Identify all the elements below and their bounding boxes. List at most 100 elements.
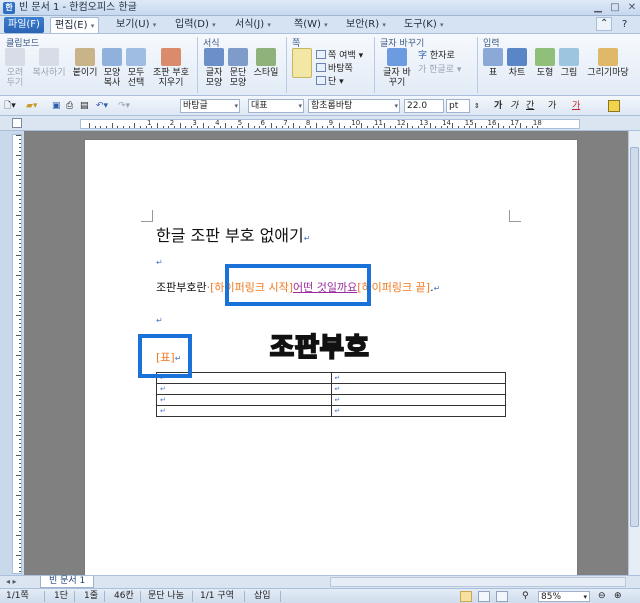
ruler-number: 16 <box>487 119 497 127</box>
ruler-tick <box>19 307 21 308</box>
status-page[interactable]: 1/1쪽 <box>6 590 29 603</box>
table-cell[interactable]: ↵ <box>330 394 506 406</box>
font-size-value: 22.0 <box>407 101 428 111</box>
format-copy-button[interactable]: 모양 복사 <box>101 48 123 88</box>
insert-shape-button[interactable]: 도형 <box>534 48 556 78</box>
menu-input[interactable]: 입력(D) ▾ <box>171 17 220 33</box>
to-hanja-button[interactable]: 字 한자로 <box>418 50 455 62</box>
open-folder-icon[interactable]: ▰▾ <box>26 99 37 113</box>
more-format-button[interactable]: 가 <box>548 99 556 113</box>
to-hangul-button[interactable]: 가 한글로 ▾ <box>418 64 461 76</box>
table-cell[interactable]: ↵ <box>330 372 506 384</box>
table-cell[interactable]: ↵ <box>156 405 332 417</box>
page-margin-button[interactable]: 쪽 여백 ▾ <box>316 50 363 62</box>
preview-icon[interactable]: ▤ <box>80 99 89 113</box>
status-insert-mode[interactable]: 삽입 <box>254 590 271 603</box>
print-icon[interactable]: ⎙ <box>66 99 73 113</box>
italic-button[interactable]: 가 <box>510 99 518 113</box>
style-combo[interactable]: 바탕글 ▾ <box>180 99 240 113</box>
close-icon[interactable]: ✕ <box>624 1 640 14</box>
find-replace-button[interactable]: 글자 바꾸기 <box>380 48 414 88</box>
style-button[interactable]: 스타일 <box>251 48 281 78</box>
document-table[interactable]: ↵ ↵ ↵ ↵ ↵ ↵ ↵ ↵ <box>156 372 506 417</box>
ruler-tick <box>111 123 113 128</box>
zoom-magnifier-icon[interactable]: ⚲ <box>522 590 529 603</box>
font-combo[interactable]: 함초롬바탕 ▾ <box>308 99 400 113</box>
eraser-icon <box>161 48 181 66</box>
font-size-combo[interactable]: 22.0 <box>404 99 444 113</box>
table-cell[interactable]: ↵ <box>156 394 332 406</box>
status-line: 1줄 <box>84 591 99 601</box>
remove-control-codes-button[interactable]: 조판 부호 지우기 <box>150 48 192 88</box>
document-heading[interactable]: 한글 조판 부호 없애기↵ <box>156 222 310 246</box>
ruler-tick <box>19 291 21 292</box>
ruler-tick <box>19 323 21 324</box>
ruler-tick <box>225 123 227 128</box>
undo-icon[interactable]: ↶▾ <box>96 99 108 113</box>
font-unit-combo[interactable]: pt <box>446 99 470 113</box>
ruler-tick <box>19 351 21 352</box>
menu-file[interactable]: 파일(F) <box>4 17 44 33</box>
ruler-tick <box>94 126 96 128</box>
maximize-icon[interactable]: □ <box>607 1 623 14</box>
ruler-tick <box>19 211 21 212</box>
ruler-corner-button[interactable] <box>12 118 22 128</box>
master-page-button[interactable]: 바탕쪽 <box>316 63 353 75</box>
view-normal-icon[interactable] <box>478 591 490 602</box>
ribbon-collapse-button[interactable]: ⌃ <box>596 17 613 31</box>
style-value: 바탕글 <box>183 101 208 111</box>
bold-button[interactable]: 가 <box>494 99 502 113</box>
menu-page[interactable]: 쪽(W) ▾ <box>290 17 332 33</box>
ruler-tick <box>264 126 266 128</box>
zoom-in-icon[interactable]: ⊕ <box>614 590 622 603</box>
copy-button[interactable]: 복사하기 <box>30 48 68 78</box>
zoom-out-icon[interactable]: ⊖ <box>598 590 606 603</box>
ruler-tick <box>16 415 21 416</box>
ruler-tick <box>19 199 21 200</box>
page-layout-button[interactable] <box>291 48 313 80</box>
menu-edit[interactable]: 편집(E) ▾ <box>50 17 100 33</box>
insert-chart-button[interactable]: 차트 <box>506 48 528 78</box>
insert-picture-button[interactable]: 그림 <box>558 48 580 78</box>
vertical-ruler[interactable] <box>12 134 22 574</box>
insert-table-button[interactable]: 표 <box>482 48 504 78</box>
ruler-tick <box>19 403 21 404</box>
drawing-gallery-button[interactable]: 그리기마당 <box>583 48 633 78</box>
vertical-scrollbar[interactable] <box>628 131 640 575</box>
save-icon[interactable]: ▣ <box>52 99 61 113</box>
tab-nav-arrows[interactable]: ◂ ▸ <box>6 577 17 586</box>
minimize-icon[interactable]: ▁ <box>590 1 606 14</box>
char-shape-button[interactable]: 글자 모양 <box>203 48 225 88</box>
new-document-icon[interactable]: 🗋▾ <box>4 99 16 113</box>
cut-button[interactable]: 오려 두기 <box>4 48 26 88</box>
zoom-combo[interactable]: 85% ▾ <box>538 591 590 602</box>
menu-view[interactable]: 보기(U) ▾ <box>112 17 160 33</box>
size-spinner[interactable]: ⇕ <box>474 99 480 113</box>
highlight-color-icon[interactable] <box>608 100 620 112</box>
ruler-number: 1 <box>147 119 152 127</box>
tab-document-1[interactable]: 빈 문서 1 <box>40 576 95 588</box>
columns-button[interactable]: 단 ▾ <box>316 76 344 88</box>
horizontal-ruler[interactable]: 1 2 3 4 5 6 7 8 9 10 11 12 13 14 15 16 17 18 <box>80 119 580 129</box>
para-shape-button[interactable]: 문단 모양 <box>227 48 249 88</box>
redo-icon[interactable]: ↷▾ <box>118 99 130 113</box>
ruler-tick <box>19 243 21 244</box>
table-cell[interactable]: ↵ <box>156 383 332 395</box>
table-cell[interactable]: ↵ <box>330 383 506 395</box>
menu-security[interactable]: 보안(R) ▾ <box>342 17 390 33</box>
table-cell[interactable]: ↵ <box>330 405 506 417</box>
select-all-button[interactable]: 모두 선택 <box>125 48 147 88</box>
underline-button[interactable]: 간 <box>526 99 534 113</box>
ruler-tick <box>19 459 21 460</box>
vertical-scroll-thumb[interactable] <box>630 147 639 527</box>
font-color-button[interactable]: 가 <box>572 99 580 113</box>
menu-format[interactable]: 서식(J) ▾ <box>231 17 275 33</box>
paste-button[interactable]: 붙이기 <box>70 48 100 78</box>
view-outline-icon[interactable] <box>496 591 508 602</box>
view-page-icon[interactable] <box>460 591 472 602</box>
help-icon[interactable]: ? <box>618 17 631 33</box>
font-kind-combo[interactable]: 대표 ▾ <box>248 99 304 113</box>
ruler-tick <box>19 431 21 432</box>
menu-tools[interactable]: 도구(K) ▾ <box>400 17 447 33</box>
horizontal-scrollbar[interactable] <box>330 577 626 587</box>
